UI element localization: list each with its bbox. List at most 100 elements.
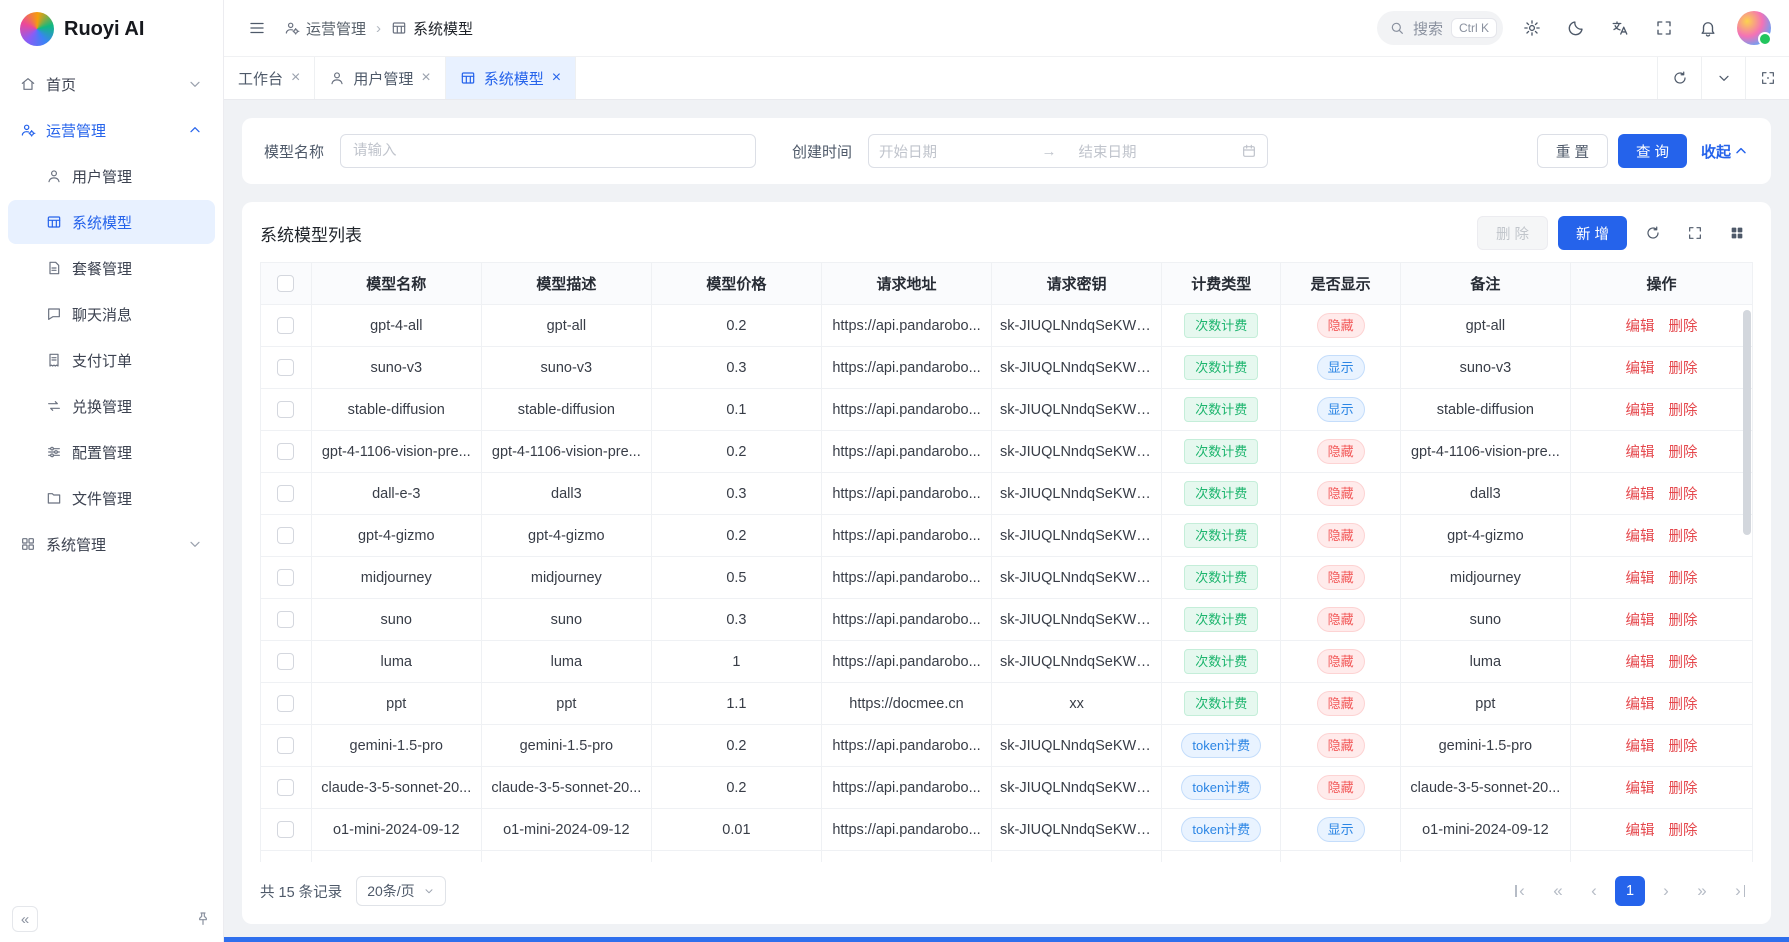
first-page-button[interactable]: ‹ (1507, 876, 1537, 906)
edit-link[interactable]: 编辑 (1625, 319, 1654, 335)
delete-link[interactable]: 删除 (1668, 403, 1697, 419)
fullscreen-icon[interactable] (1649, 13, 1679, 43)
select-all-checkbox[interactable] (277, 275, 294, 292)
delete-link[interactable]: 删除 (1668, 571, 1697, 587)
models-table: 模型名称 模型描述 模型价格 请求地址 请求密钥 计费类型 是否显示 备注 操作 (260, 262, 1753, 862)
sidebar-item-file-management[interactable]: 文件管理 (8, 476, 215, 520)
sidebar-item-system-management[interactable]: 系统管理 (8, 522, 215, 566)
cell-model-name: ppt (311, 683, 481, 725)
row-checkbox[interactable] (277, 401, 294, 418)
sidebar-collapse-button[interactable]: « (12, 906, 38, 932)
prev-page-button[interactable]: ‹ (1579, 876, 1609, 906)
row-checkbox[interactable] (277, 821, 294, 838)
current-page-button[interactable]: 1 (1615, 876, 1645, 906)
delete-link[interactable]: 删除 (1668, 655, 1697, 671)
table-scrollbar[interactable] (1743, 310, 1751, 535)
delete-link[interactable]: 删除 (1668, 487, 1697, 503)
sidebar-item-exchange-management[interactable]: 兑换管理 (8, 384, 215, 428)
delete-link[interactable]: 删除 (1668, 781, 1697, 797)
close-icon[interactable]: × (291, 70, 300, 86)
row-checkbox[interactable] (277, 359, 294, 376)
avatar[interactable] (1737, 11, 1771, 45)
edit-link[interactable]: 编辑 (1625, 739, 1654, 755)
collapse-filter-link[interactable]: 收起 (1701, 141, 1749, 162)
content-fullscreen-icon[interactable] (1745, 57, 1789, 99)
sidebar-item-home[interactable]: 首页 (8, 62, 215, 106)
edit-link[interactable]: 编辑 (1625, 529, 1654, 545)
close-icon[interactable]: × (552, 70, 561, 86)
breadcrumb-system-model[interactable]: 系统模型 (391, 18, 473, 39)
edit-link[interactable]: 编辑 (1625, 655, 1654, 671)
delete-link[interactable]: 删除 (1668, 613, 1697, 629)
delete-link[interactable]: 删除 (1668, 361, 1697, 377)
edit-link[interactable]: 编辑 (1625, 697, 1654, 713)
hamburger-menu-icon[interactable] (242, 13, 272, 43)
sidebar-item-system-model[interactable]: 系统模型 (8, 200, 215, 244)
edit-link[interactable]: 编辑 (1625, 781, 1654, 797)
refresh-icon[interactable] (1657, 57, 1701, 99)
last-page-button[interactable]: › (1723, 876, 1753, 906)
delete-link[interactable]: 删除 (1668, 823, 1697, 839)
page-size-select[interactable]: 20条/页 (356, 876, 445, 906)
delete-link[interactable]: 删除 (1668, 697, 1697, 713)
close-icon[interactable]: × (421, 70, 430, 86)
row-checkbox[interactable] (277, 653, 294, 670)
edit-link[interactable]: 编辑 (1625, 361, 1654, 377)
next-page-button[interactable]: › (1651, 876, 1681, 906)
reset-button[interactable]: 重 置 (1537, 134, 1608, 168)
sidebar-item-operations[interactable]: 运营管理 (8, 108, 215, 152)
sidebar-item-payment-orders[interactable]: 支付订单 (8, 338, 215, 382)
tab-workbench[interactable]: 工作台 × (224, 57, 315, 99)
logo[interactable]: Ruoyi AI (0, 0, 223, 58)
batch-delete-button[interactable]: 删 除 (1477, 216, 1548, 250)
cell-model-name: midjourney (311, 557, 481, 599)
sidebar-item-package-management[interactable]: 套餐管理 (8, 246, 215, 290)
tab-user-management[interactable]: 用户管理 × (315, 57, 445, 99)
dark-mode-moon-icon[interactable] (1561, 13, 1591, 43)
model-name-input[interactable] (340, 134, 756, 168)
row-checkbox[interactable] (277, 737, 294, 754)
edit-link[interactable]: 编辑 (1625, 403, 1654, 419)
sidebar-item-config-management[interactable]: 配置管理 (8, 430, 215, 474)
row-checkbox[interactable] (277, 317, 294, 334)
settings-gear-icon[interactable] (1517, 13, 1547, 43)
column-settings-icon[interactable] (1721, 217, 1753, 249)
row-checkbox[interactable] (277, 527, 294, 544)
tab-tools (1657, 57, 1789, 99)
edit-link[interactable]: 编辑 (1625, 571, 1654, 587)
delete-link[interactable]: 删除 (1668, 529, 1697, 545)
delete-link[interactable]: 删除 (1668, 319, 1697, 335)
notification-bell-icon[interactable] (1693, 13, 1723, 43)
row-checkbox[interactable] (277, 485, 294, 502)
table-panel-header: 系统模型列表 删 除 新 增 (260, 216, 1753, 250)
tab-system-model[interactable]: 系统模型 × (446, 57, 576, 99)
pin-icon[interactable] (195, 911, 211, 927)
query-button[interactable]: 查 询 (1618, 134, 1687, 168)
refresh-table-icon[interactable] (1637, 217, 1669, 249)
row-checkbox[interactable] (277, 569, 294, 586)
row-checkbox[interactable] (277, 443, 294, 460)
table-fullscreen-icon[interactable] (1679, 217, 1711, 249)
sidebar-item-chat-messages[interactable]: 聊天消息 (8, 292, 215, 336)
delete-link[interactable]: 删除 (1668, 739, 1697, 755)
date-range-picker[interactable]: 开始日期 → 结束日期 (868, 134, 1268, 168)
row-checkbox[interactable] (277, 779, 294, 796)
global-search[interactable]: 搜索 Ctrl K (1377, 11, 1503, 45)
edit-link[interactable]: 编辑 (1625, 613, 1654, 629)
row-checkbox[interactable] (277, 611, 294, 628)
row-checkbox[interactable] (277, 695, 294, 712)
chevron-down-icon[interactable] (1701, 57, 1745, 99)
add-button[interactable]: 新 增 (1558, 216, 1627, 250)
jump-back-button[interactable]: « (1543, 876, 1573, 906)
edit-link[interactable]: 编辑 (1625, 823, 1654, 839)
breadcrumb-operations[interactable]: 运营管理 (284, 18, 366, 39)
edit-link[interactable]: 编辑 (1625, 487, 1654, 503)
delete-link[interactable]: 删除 (1668, 445, 1697, 461)
sidebar-item-user-management[interactable]: 用户管理 (8, 154, 215, 198)
jump-forward-button[interactable]: » (1687, 876, 1717, 906)
cell-model-price: 0.5 (651, 557, 821, 599)
cell-billing-type: 次数计费 (1162, 641, 1281, 683)
translate-icon[interactable] (1605, 13, 1635, 43)
edit-link[interactable]: 编辑 (1625, 445, 1654, 461)
cell-billing-type: token计费 (1162, 725, 1281, 767)
